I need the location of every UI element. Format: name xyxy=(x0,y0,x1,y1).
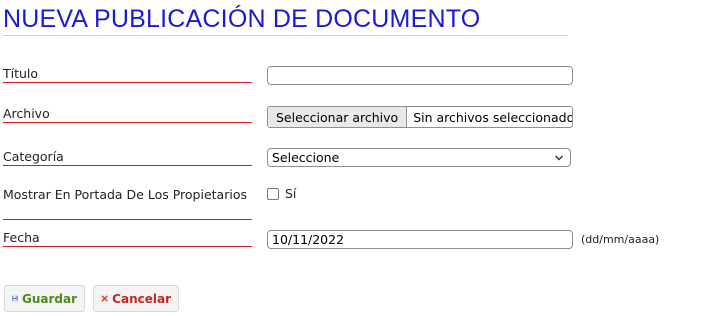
title-divider xyxy=(3,35,568,36)
portada-label: Mostrar En Portada De Los Propietarios xyxy=(3,187,252,220)
cancel-button-label: Cancelar xyxy=(112,291,171,306)
select-file-button[interactable]: Seleccionar archivo xyxy=(268,107,408,127)
titulo-input[interactable] xyxy=(267,66,573,85)
red-x-icon xyxy=(101,295,108,302)
page-title: NUEVA PUBLICACIÓN DE DOCUMENTO xyxy=(3,5,481,33)
categoria-selected-value: Seleccione xyxy=(272,150,340,165)
save-button[interactable]: Guardar xyxy=(4,285,85,312)
date-format-hint: (dd/mm/aaaa) xyxy=(581,233,660,246)
cancel-button[interactable]: Cancelar xyxy=(93,285,179,312)
portada-option-label: Sí xyxy=(285,186,297,201)
file-status-text: Sin archivos seleccionados xyxy=(413,109,573,125)
file-picker[interactable]: Seleccionar archivo Sin archivos selecci… xyxy=(267,106,573,128)
portada-checkbox[interactable] xyxy=(267,188,279,200)
categoria-select[interactable]: Seleccione xyxy=(267,148,571,167)
titulo-label: Título xyxy=(3,66,252,83)
fecha-input[interactable] xyxy=(267,230,573,249)
categoria-label: Categoría xyxy=(3,149,252,166)
floppy-disk-icon xyxy=(12,295,18,302)
fecha-label: Fecha xyxy=(3,230,252,247)
save-button-label: Guardar xyxy=(21,291,77,306)
chevron-down-icon xyxy=(555,155,563,160)
archivo-label: Archivo xyxy=(3,106,252,123)
